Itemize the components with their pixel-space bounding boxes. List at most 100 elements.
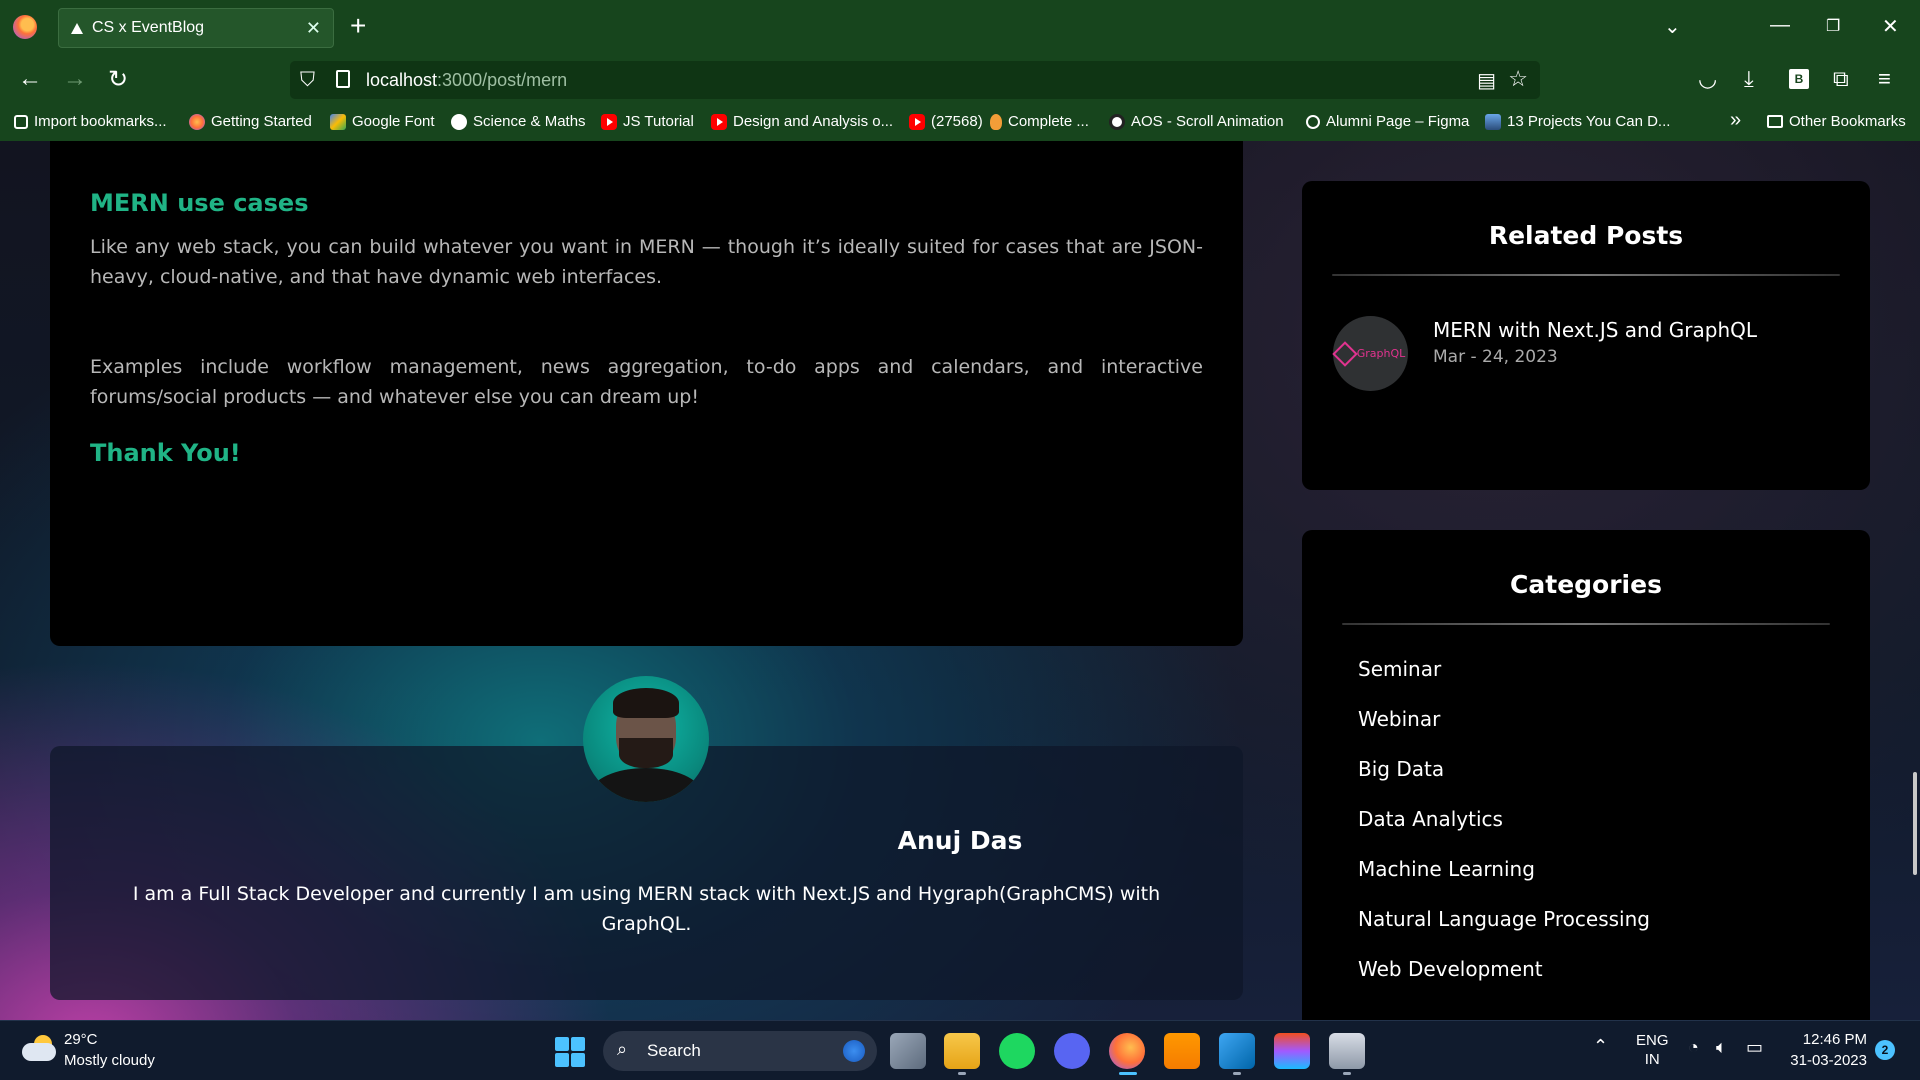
bookmark-google-font[interactable]: Google Font [330, 113, 435, 130]
minimize-icon[interactable]: — [1770, 14, 1790, 37]
figma-icon[interactable] [1274, 1033, 1310, 1069]
closing-heading: Thank You! [90, 439, 241, 467]
bookmark-import[interactable]: Import bookmarks... [14, 113, 167, 130]
bookmark-aos[interactable]: AOS - Scroll Animation [1109, 113, 1284, 130]
bookmark-13-projects[interactable]: 13 Projects You Can D... [1485, 113, 1670, 130]
file-explorer-icon[interactable] [944, 1033, 980, 1069]
widget-title: Related Posts [1488, 221, 1684, 250]
category-link[interactable]: Big Data [1358, 757, 1444, 781]
tab-title: CS x EventBlog [92, 19, 205, 36]
extensions-puzzle-icon[interactable]: ⧉ [1833, 66, 1849, 92]
wifi-icon[interactable]: ◔ [1688, 1037, 1699, 1058]
category-link[interactable]: Natural Language Processing [1358, 907, 1650, 931]
categories-widget: Categories Seminar Webinar Big Data Data… [1302, 530, 1870, 1020]
article-paragraph: Like any web stack, you can build whatev… [90, 236, 1203, 288]
firefox-icon [189, 113, 205, 130]
tab-close-icon[interactable]: ✕ [306, 18, 321, 39]
post-thumbnail[interactable]: GraphQL [1332, 316, 1408, 391]
windows-taskbar: 29°C Mostly cloudy ⌕ Search ⌃ ENG IN ◔ 🔈︎… [0, 1020, 1920, 1080]
bookmark-complete[interactable]: Complete ... [990, 113, 1089, 130]
menu-hamburger-icon[interactable]: ≡ [1878, 66, 1891, 92]
url-text[interactable]: localhost:3000/post/mern [366, 70, 567, 91]
clock-time[interactable]: 12:46 PM [1795, 1031, 1867, 1048]
divider [1342, 623, 1830, 625]
youtube-icon [601, 113, 617, 130]
address-bar[interactable]: ⛉ localhost:3000/post/mern ▤ ☆ [290, 61, 1540, 99]
downloads-icon[interactable]: ⤓ [1744, 66, 1754, 92]
bookmarks-toolbar: Import bookmarks... Getting Started Goog… [0, 105, 1920, 141]
show-hidden-icons-icon[interactable]: ⌃ [1593, 1036, 1608, 1057]
new-tab-icon[interactable]: + [350, 11, 366, 41]
bookmark-star-icon[interactable]: ☆ [1508, 66, 1528, 92]
category-link[interactable]: Webinar [1358, 707, 1440, 731]
browser-titlebar: CS x EventBlog ✕ + ⌄ — ❐ ✕ [0, 0, 1920, 55]
import-icon [14, 114, 28, 129]
related-posts-widget: Related Posts GraphQL MERN with Next.JS … [1302, 181, 1870, 490]
article-paragraph: Examples include workflow management, ne… [90, 356, 1203, 408]
tracking-shield-icon[interactable]: ⛉ [300, 69, 315, 92]
back-icon[interactable]: ← [18, 65, 42, 93]
browser-tab[interactable]: CS x EventBlog ✕ [58, 8, 334, 48]
bing-icon[interactable] [843, 1040, 865, 1062]
list-all-tabs-icon[interactable]: ⌄ [1664, 14, 1681, 39]
fire-icon [990, 113, 1002, 130]
firefox-logo-icon[interactable] [13, 15, 37, 39]
restore-icon[interactable]: ❐ [1826, 16, 1840, 36]
reload-icon[interactable]: ↻ [108, 65, 128, 94]
page-info-icon[interactable] [336, 70, 350, 88]
page-viewport: MERN use cases Like any web stack, you c… [0, 141, 1920, 1020]
category-link[interactable]: Seminar [1358, 657, 1441, 681]
search-icon: ⌕ [617, 1039, 628, 1059]
firefox-taskbar-icon[interactable] [1109, 1033, 1145, 1069]
weather-cloudy-icon[interactable] [22, 1035, 56, 1061]
pocket-icon[interactable]: ◡ [1698, 66, 1717, 92]
windows-start-icon[interactable] [555, 1037, 585, 1067]
notification-badge[interactable]: 2 [1875, 1040, 1895, 1060]
spotify-icon[interactable] [999, 1033, 1035, 1069]
folder-icon [1767, 115, 1783, 128]
bookmark-getting-started[interactable]: Getting Started [189, 113, 312, 130]
thumbnail-icon [1485, 113, 1501, 130]
page-scrollbar[interactable] [1913, 772, 1917, 875]
bookmark-design-analysis[interactable]: Design and Analysis o... [711, 113, 893, 130]
extension-b-icon[interactable]: B [1789, 69, 1809, 89]
section-heading: MERN use cases [90, 189, 309, 217]
volume-icon[interactable]: 🔈︎ [1716, 1037, 1727, 1058]
close-window-icon[interactable]: ✕ [1882, 14, 1899, 39]
category-link[interactable]: Data Analytics [1358, 807, 1503, 831]
bookmark-alumni-figma[interactable]: Alumni Page – Figma [1306, 113, 1469, 130]
reader-view-icon[interactable]: ▤ [1477, 68, 1496, 93]
youtube-icon [909, 113, 925, 130]
snipping-tool-icon[interactable] [1329, 1033, 1365, 1069]
article-card: MERN use cases Like any web stack, you c… [50, 141, 1243, 646]
circle-icon [451, 113, 467, 130]
bookmark-science-maths[interactable]: Science & Maths [451, 113, 586, 130]
weather-description[interactable]: Mostly cloudy [64, 1052, 155, 1069]
bookmark-js-tutorial[interactable]: JS Tutorial [601, 113, 694, 130]
clock-date[interactable]: 31-03-2023 [1786, 1052, 1867, 1069]
vscode-icon[interactable] [1219, 1033, 1255, 1069]
vercel-favicon-icon [71, 22, 83, 34]
navigation-toolbar: ← → ↻ ⛉ localhost:3000/post/mern ▤ ☆ ◡ ⤓… [0, 55, 1920, 105]
youtube-icon [711, 113, 727, 130]
related-post-date: Mar - 24, 2023 [1433, 347, 1558, 367]
bookmark-youtube-count[interactable]: (27568) [909, 113, 983, 130]
category-link[interactable]: Web Development [1358, 957, 1543, 981]
forward-icon[interactable]: → [63, 65, 87, 93]
bookmark-other[interactable]: Other Bookmarks [1767, 113, 1906, 130]
globe-icon [1306, 114, 1320, 129]
weather-temperature[interactable]: 29°C [64, 1031, 98, 1048]
battery-icon[interactable]: ▭ [1746, 1037, 1763, 1058]
related-post-link[interactable]: MERN with Next.JS and GraphQL [1433, 318, 1757, 342]
graphql-logo-icon [1332, 340, 1358, 367]
more-bookmarks-icon[interactable]: » [1730, 109, 1741, 132]
discord-icon[interactable] [1054, 1033, 1090, 1069]
category-link[interactable]: Machine Learning [1358, 857, 1535, 881]
task-view-icon[interactable] [890, 1033, 926, 1069]
author-bio: I am a Full Stack Developer and currentl… [132, 883, 1161, 935]
widget-title: Categories [1510, 570, 1662, 599]
language-indicator[interactable]: ENG IN [1636, 1031, 1669, 1069]
taskbar-search[interactable]: ⌕ Search [603, 1031, 877, 1071]
divider [1332, 274, 1840, 276]
sublime-text-icon[interactable] [1164, 1033, 1200, 1069]
